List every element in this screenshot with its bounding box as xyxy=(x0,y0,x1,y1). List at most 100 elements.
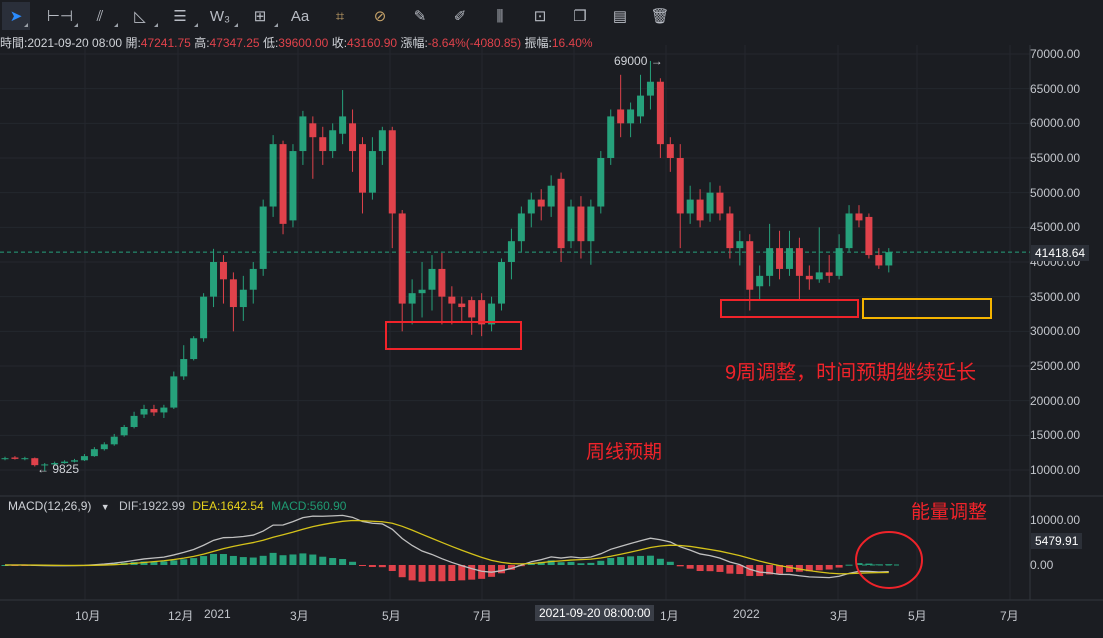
candle-body xyxy=(627,109,635,124)
dea-value: DEA:1642.54 xyxy=(192,499,264,513)
time-tick: 5月 xyxy=(908,609,927,623)
time-tick: 12月 xyxy=(168,609,194,623)
macd-histogram-bar xyxy=(845,564,853,566)
time-tick: 3月 xyxy=(290,609,309,623)
time-tick: 2022 xyxy=(733,607,760,621)
macd-histogram-bar xyxy=(329,558,337,565)
price-chart[interactable] xyxy=(0,0,1103,638)
macd-histogram-bar xyxy=(170,560,178,565)
candle-body xyxy=(736,241,744,249)
candle-body xyxy=(21,458,29,460)
macd-histogram-bar xyxy=(676,565,684,567)
macd-value: MACD:560.90 xyxy=(271,499,347,513)
macd-histogram-bar xyxy=(358,565,366,566)
candle-body xyxy=(358,144,366,193)
macd-histogram-bar xyxy=(398,565,406,578)
candle-body xyxy=(557,178,565,249)
macd-histogram-bar xyxy=(815,565,823,571)
candle-body xyxy=(637,95,645,117)
candle-body xyxy=(498,261,505,304)
candle-body xyxy=(339,116,347,134)
price-tick: 70000.00 xyxy=(1030,47,1081,61)
candle-body xyxy=(110,436,118,445)
candle-body xyxy=(756,275,764,287)
chevron-down-icon[interactable]: ▼ xyxy=(101,502,110,512)
candle-body xyxy=(249,268,257,290)
macd-histogram-bar xyxy=(239,557,247,565)
macd-histogram-bar xyxy=(319,556,327,565)
candle-body xyxy=(795,248,803,276)
candle-body xyxy=(537,199,545,207)
price-tick: 60000.00 xyxy=(1030,116,1081,131)
candle-body xyxy=(408,293,416,304)
candle-body xyxy=(259,206,267,269)
macd-histogram-bar xyxy=(607,558,615,565)
crosshair-time-label: 2021-09-20 08:00:00 xyxy=(535,605,655,621)
candle-body xyxy=(299,116,307,152)
candle-body xyxy=(597,157,605,207)
candle-body xyxy=(140,408,148,415)
candle-body xyxy=(120,426,128,436)
candle-body xyxy=(200,296,208,339)
candle-body xyxy=(656,81,664,145)
candle-body xyxy=(1,458,9,460)
candle-body xyxy=(448,296,456,304)
macd-histogram-bar xyxy=(200,556,208,565)
candle-body xyxy=(805,275,813,280)
candle-body xyxy=(428,268,436,290)
macd-histogram-bar xyxy=(617,557,625,565)
macd-histogram-bar xyxy=(716,565,724,572)
price-tick: 45000.00 xyxy=(1030,220,1081,235)
macd-histogram-bar xyxy=(696,565,704,572)
candle-body xyxy=(468,300,476,318)
low-marker: ← 9825 xyxy=(37,462,80,476)
candle-body xyxy=(587,206,595,242)
macd-histogram-bar xyxy=(229,555,237,565)
time-tick: 2021 xyxy=(204,607,231,621)
macd-histogram-bar xyxy=(428,565,436,582)
time-tick: 7月 xyxy=(473,609,492,623)
candle-body xyxy=(855,213,863,221)
candle-body xyxy=(150,408,158,413)
macd-label[interactable]: MACD(12,26,9) xyxy=(8,499,91,513)
candle-body xyxy=(130,415,138,427)
macd-histogram-bar xyxy=(289,554,297,565)
candle-body xyxy=(478,300,486,325)
macd-histogram-bar xyxy=(557,562,565,565)
candle-body xyxy=(785,248,793,269)
macd-legend: MACD(12,26,9) ▼ DIF:1922.99 DEA:1642.54 … xyxy=(8,499,346,513)
macd-histogram-bar xyxy=(835,565,843,568)
macd-histogram-bar xyxy=(726,565,734,574)
macd-axis-10000: 10000.00 xyxy=(1030,513,1081,527)
macd-histogram-bar xyxy=(388,565,396,571)
candle-body xyxy=(378,130,386,152)
macd-histogram-bar xyxy=(299,553,307,565)
candle-body xyxy=(190,338,198,360)
candle-body xyxy=(696,199,704,221)
candle-body xyxy=(706,192,714,214)
annotation-energy-adjust: 能量调整 xyxy=(911,502,988,523)
candle-body xyxy=(875,255,883,266)
candle-body xyxy=(676,157,684,214)
candle-body xyxy=(815,272,823,280)
time-tick: 1月 xyxy=(660,609,679,623)
macd-histogram-bar xyxy=(646,555,654,565)
candle-body xyxy=(517,213,525,242)
macd-histogram-bar xyxy=(637,555,645,565)
candle-body xyxy=(776,248,784,269)
candle-body xyxy=(368,151,376,193)
price-tick: 20000.00 xyxy=(1030,393,1081,408)
macd-histogram-bar xyxy=(219,554,227,565)
price-tick: 30000.00 xyxy=(1030,324,1081,339)
candle-body xyxy=(229,279,237,308)
price-tick: 55000.00 xyxy=(1030,150,1081,165)
macd-histogram-bar xyxy=(498,565,505,574)
macd-current-label: 5479.91 xyxy=(1031,533,1083,549)
candle-body xyxy=(160,407,168,413)
macd-histogram-bar xyxy=(368,565,376,567)
macd-histogram-bar xyxy=(577,563,585,565)
candle-body xyxy=(90,449,98,457)
candle-body xyxy=(577,206,585,242)
annotation-nine-week-adjust: 9周调整，时间预期继续延长 xyxy=(725,362,977,384)
annotation-weekly-outlook: 周线预期 xyxy=(586,442,663,463)
